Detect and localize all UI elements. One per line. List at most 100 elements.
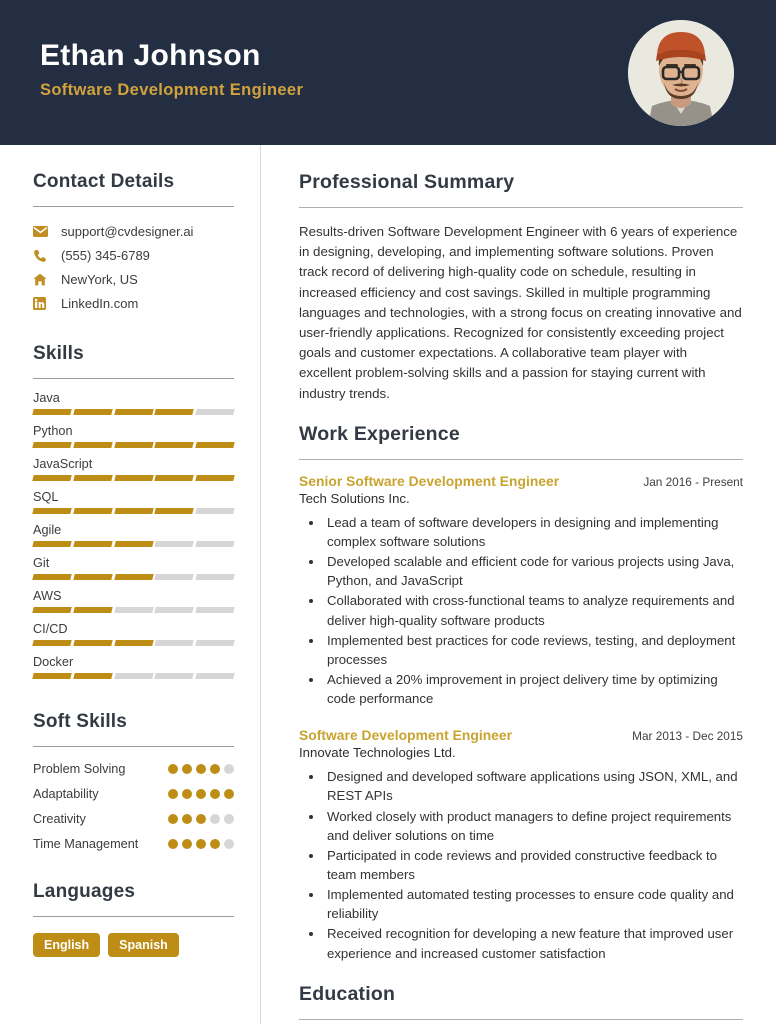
entry-role: Senior Software Development Engineer (299, 473, 560, 489)
soft-skill-item: Adaptability (33, 786, 234, 803)
languages-divider (33, 915, 234, 917)
skill-level-segment (32, 508, 72, 514)
contact-item-email[interactable]: support@cvdesigner.ai (33, 224, 234, 239)
contact-heading: Contact Details (33, 171, 175, 192)
entry-header: Software Development Engineer Mar 2013 - … (299, 728, 743, 743)
skill-level-segment (113, 574, 154, 580)
skill-level-segment (113, 607, 154, 613)
skill-label: Java (33, 391, 60, 405)
languages-section: Languages English Spanish (33, 881, 234, 957)
home-icon (33, 273, 50, 286)
skill-level-bar (32, 475, 235, 481)
skill-level-segment (32, 607, 72, 613)
skill-level-segment (32, 640, 72, 646)
skill-level-segment (154, 475, 194, 481)
header-text-block: Ethan Johnson Software Development Engin… (40, 39, 303, 107)
skill-level-segment (154, 508, 194, 514)
rating-dot (224, 839, 234, 850)
rating-dot (182, 839, 192, 850)
soft-skill-label: Creativity (33, 812, 86, 827)
soft-skill-item: Time Management (33, 836, 234, 853)
skill-level-segment (195, 508, 235, 514)
entry-role: Software Development Engineer (299, 728, 513, 744)
main-column: Professional Summary Results-driven Soft… (261, 145, 776, 1024)
entry-bullet-list: Lead a team of software developers in de… (299, 513, 743, 708)
skill-level-segment (195, 541, 235, 547)
education-divider (299, 1018, 743, 1020)
skill-label: Agile (33, 523, 62, 537)
skill-level-segment (32, 673, 72, 679)
skill-level-segment (113, 640, 154, 646)
skill-level-segment (32, 541, 72, 547)
contact-email-value: support@cvdesigner.ai (61, 224, 194, 239)
linkedin-icon (33, 297, 50, 310)
resume-body: Contact Details support@cvdesigner.ai (5… (0, 145, 776, 1024)
skill-level-bar (32, 508, 235, 514)
skill-level-segment (113, 442, 154, 448)
contact-location-value: NewYork, US (61, 272, 138, 287)
entry-bullet: Developed scalable and efficient code fo… (324, 552, 743, 590)
skill-label: Git (33, 556, 50, 570)
skill-level-bar (32, 673, 235, 679)
entry-bullet: Received recognition for developing a ne… (324, 924, 743, 962)
skill-level-segment (154, 442, 194, 448)
rating-dot (182, 764, 192, 774)
skill-level-segment (73, 574, 113, 580)
entry-organization: Tech Solutions Inc. (299, 490, 410, 506)
skill-level-segment (113, 409, 154, 415)
skill-level-bar (32, 607, 235, 613)
languages-list: English Spanish (33, 932, 234, 957)
avatar (628, 19, 734, 126)
rating-dot (210, 839, 220, 850)
skill-label: Docker (33, 655, 74, 669)
summary-text: Results-driven Software Development Engi… (299, 224, 742, 401)
skill-level-segment (154, 409, 194, 415)
soft-skills-section: Soft Skills Problem Solving Adaptability C… (33, 711, 234, 854)
skill-item: Java (32, 391, 235, 415)
education-section: Education Masters in Computer ScienceAug… (299, 983, 743, 1024)
candidate-name: Ethan Johnson (40, 38, 261, 72)
skill-level-segment (113, 541, 154, 547)
work-experience-section: Work Experience Senior Software Developm… (299, 423, 743, 963)
soft-skill-item: Problem Solving (33, 761, 234, 778)
skill-level-segment (32, 475, 72, 481)
envelope-icon (33, 226, 50, 237)
skills-list: Java Python JavaScript SQL Agile Git AWS CI/CD D… (32, 391, 235, 679)
entry-organization: Innovate Technologies Ltd. (299, 745, 456, 761)
soft-skill-rating (168, 761, 234, 774)
skill-level-segment (195, 607, 235, 613)
contact-item-location[interactable]: NewYork, US (33, 272, 234, 287)
professional-summary-section: Professional Summary Results-driven Soft… (299, 171, 743, 404)
skill-label: CI/CD (33, 622, 68, 636)
language-chip[interactable]: English (33, 932, 101, 957)
skill-level-bar (32, 442, 235, 448)
skill-label: AWS (33, 589, 62, 603)
skill-level-bar (32, 409, 235, 415)
profile-photo-icon (628, 19, 734, 126)
contact-item-linkedin[interactable]: LinkedIn.com (33, 296, 234, 311)
contact-list: support@cvdesigner.ai (555) 345-6789 New… (33, 224, 234, 311)
skill-level-segment (73, 673, 113, 679)
soft-skills-divider (33, 746, 234, 747)
contact-divider (33, 206, 234, 207)
language-chip[interactable]: Spanish (108, 932, 179, 957)
work-experience-divider (299, 458, 743, 460)
rating-dot (168, 839, 178, 850)
skill-label: SQL (33, 490, 59, 504)
contact-item-phone[interactable]: (555) 345-6789 (33, 248, 234, 263)
soft-skill-label: Problem Solving (33, 762, 126, 776)
soft-skill-rating (168, 786, 234, 800)
skill-level-segment (113, 673, 154, 679)
skill-label: Python (33, 424, 73, 438)
skill-level-segment (154, 673, 194, 679)
skill-level-segment (73, 640, 113, 646)
entry-bullet: Collaborated with cross-functional teams… (324, 591, 743, 629)
skill-level-segment (154, 640, 194, 646)
skill-item: SQL (32, 490, 235, 514)
work-experience-entry: Senior Software Development Engineer Jan … (299, 474, 743, 708)
rating-dot (224, 764, 234, 774)
